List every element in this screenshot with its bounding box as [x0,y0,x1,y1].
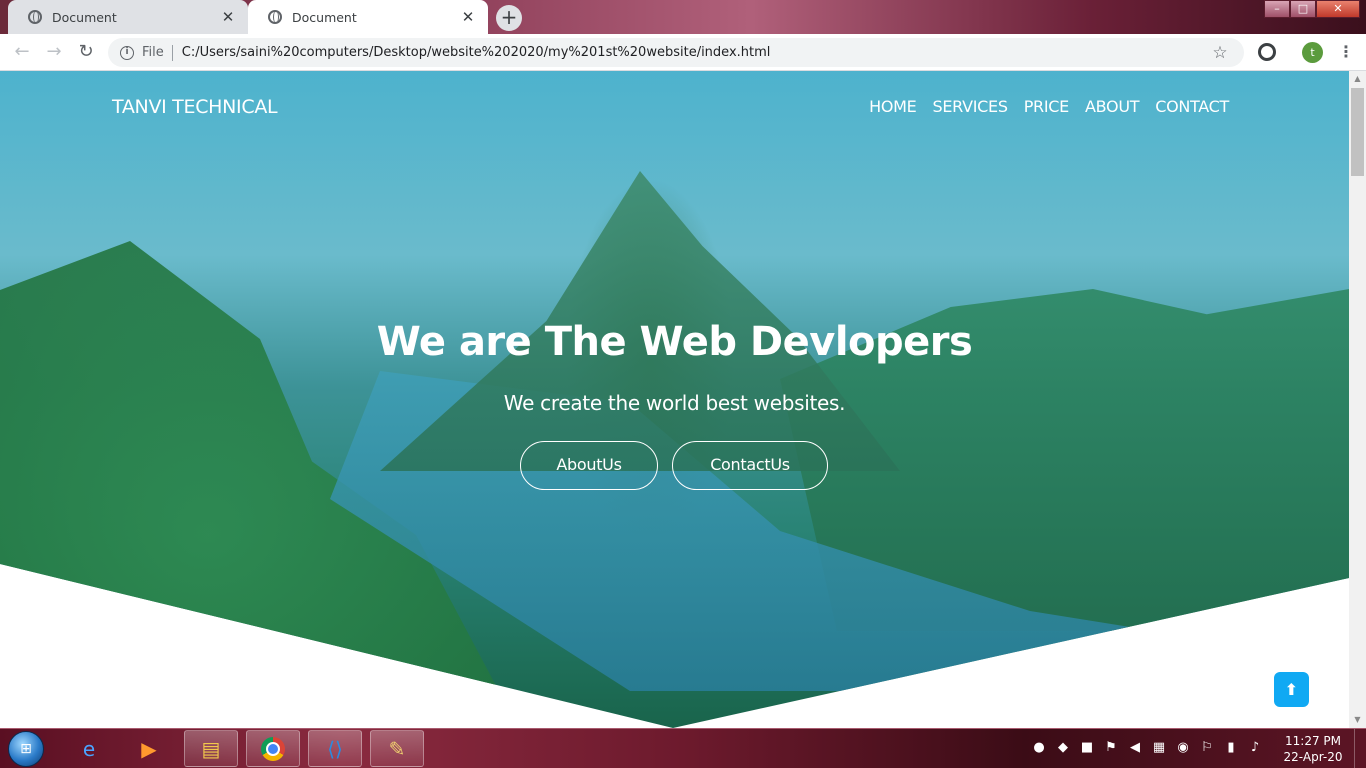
system-tray: ● ◆ ■ ⚑ ◀ ▦ ◉ ⚐ ▮ ♪ [1030,739,1264,757]
maximize-button[interactable]: □ [1290,0,1316,18]
main-nav: HOME SERVICES PRICE ABOUT CONTACT [869,97,1229,116]
about-us-button[interactable]: AboutUs [520,441,658,490]
close-tab-icon[interactable]: ✕ [460,8,476,26]
tray-color-icon[interactable]: ■ [1078,739,1096,757]
page-scrollbar[interactable]: ▲ ▼ [1349,71,1366,728]
system-clock[interactable]: 11:27 PM 22-Apr-20 [1278,733,1348,765]
start-button[interactable]: ⊞ [8,731,44,767]
nav-about[interactable]: ABOUT [1085,97,1140,116]
nav-contact[interactable]: CONTACT [1155,97,1229,116]
chrome-icon[interactable] [246,730,300,767]
scrollbar-thumb[interactable] [1351,88,1364,176]
tab-title: Document [52,9,117,25]
hero-subtitle: We create the world best websites. [503,391,846,415]
tray-flag-icon[interactable]: ⚑ [1102,739,1120,757]
info-icon[interactable]: i [120,45,134,60]
vscode-icon[interactable]: ⟨⟩ [308,730,362,767]
windows-taskbar: ⊞ e ▶ ▤ ⟨⟩ ✎ ● ◆ ■ ⚑ ◀ ▦ ◉ ⚐ ▮ ♪ 11:27 P… [0,728,1366,768]
browser-toolbar: ← → ↻ i File C:/Users/saini%20computers/… [0,34,1366,71]
scroll-down-arrow-icon[interactable]: ▼ [1349,712,1366,728]
forward-button[interactable]: → [44,42,64,62]
clock-date: 22-Apr-20 [1283,750,1343,764]
hero-title: We are The Web Devlopers [376,319,973,365]
paint-icon[interactable]: ✎ [370,730,424,767]
arrow-up-icon: ⬆ [1284,680,1299,699]
page-viewport: TANVI TECHNICAL HOME SERVICES PRICE ABOU… [0,71,1349,728]
close-tab-icon[interactable]: ✕ [220,8,236,26]
new-tab-button[interactable]: + [496,5,522,31]
globe-icon [28,10,42,24]
bookmark-star-icon[interactable]: ☆ [1210,43,1230,63]
speaker-icon[interactable]: ♪ [1246,739,1264,757]
internet-explorer-icon[interactable]: e [62,730,116,767]
site-brand[interactable]: TANVI TECHNICAL [112,96,278,118]
minimize-button[interactable]: – [1264,0,1290,18]
tab-document-1[interactable]: Document ✕ [8,0,248,34]
file-explorer-icon[interactable]: ▤ [184,730,238,767]
contact-us-button[interactable]: ContactUs [672,441,828,490]
scroll-to-top-button[interactable]: ⬆ [1274,672,1309,707]
show-desktop-button[interactable] [1354,729,1366,768]
browser-tab-strip: Document ✕ Document ✕ + – □ ✕ [0,0,1366,34]
clock-time: 11:27 PM [1285,734,1341,748]
tab-title: Document [292,9,357,25]
network-icon[interactable]: ▦ [1150,739,1168,757]
tray-app-icon[interactable]: ● [1030,739,1048,757]
tab-document-2[interactable]: Document ✕ [248,0,488,34]
media-player-icon[interactable]: ▶ [122,730,176,767]
action-center-icon[interactable]: ⚐ [1198,739,1216,757]
hero-section: TANVI TECHNICAL HOME SERVICES PRICE ABOU… [0,71,1349,728]
globe-icon [268,10,282,24]
nav-home[interactable]: HOME [869,97,917,116]
back-button[interactable]: ← [12,42,32,62]
nav-price[interactable]: PRICE [1024,97,1070,116]
extension-icon[interactable] [1258,43,1276,61]
close-window-button[interactable]: ✕ [1316,0,1360,18]
window-controls: – □ ✕ [1264,0,1360,18]
url-text[interactable]: C:/Users/saini%20computers/Desktop/websi… [182,45,1210,60]
more-menu-icon[interactable]: ⋮ [1338,42,1354,62]
url-scheme: File [142,45,164,60]
battery-icon[interactable]: ▮ [1222,739,1240,757]
divider [171,44,173,61]
address-bar[interactable]: i File C:/Users/saini%20computers/Deskto… [108,38,1244,67]
profile-avatar[interactable]: t [1302,42,1323,63]
reload-button[interactable]: ↻ [76,42,96,62]
nav-services[interactable]: SERVICES [932,97,1008,116]
tray-disc-icon[interactable]: ◉ [1174,739,1192,757]
volume-icon[interactable]: ◀ [1126,739,1144,757]
tray-shield-icon[interactable]: ◆ [1054,739,1072,757]
scroll-up-arrow-icon[interactable]: ▲ [1349,71,1366,87]
